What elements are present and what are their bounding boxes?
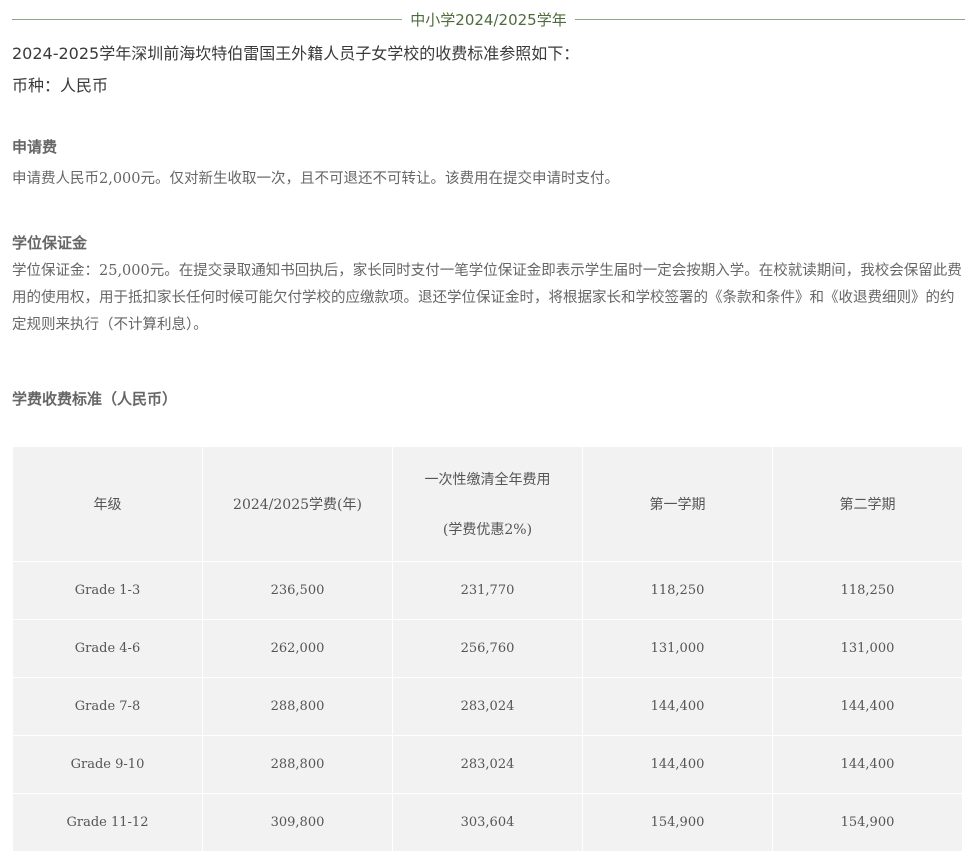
tuition-title: 学费收费标准（人民币） bbox=[12, 390, 178, 408]
header-grade: 年级 bbox=[12, 446, 203, 562]
cell-term2: 131,000 bbox=[772, 619, 963, 678]
page: 中小学2024/2025学年 2024-2025学年深圳前海坎特伯雷国王外籍人员… bbox=[0, 0, 977, 865]
header-lump-line2: (学费优惠2%) bbox=[442, 522, 533, 538]
currency-line: 币种：人民币 bbox=[12, 76, 109, 95]
cell-lump-sum: 283,024 bbox=[392, 677, 583, 736]
cell-term2: 144,400 bbox=[772, 735, 963, 794]
cell-lump-sum: 303,604 bbox=[392, 793, 583, 852]
cell-annual: 288,800 bbox=[202, 677, 393, 736]
cell-annual: 309,800 bbox=[202, 793, 393, 852]
application-fee-text: 申请费人民币2,000元。仅对新生收取一次，且不可退还不可转让。该费用在提交申请… bbox=[12, 171, 620, 187]
application-fee-title: 申请费 bbox=[12, 138, 58, 156]
header-lump-sum: 一次性缴清全年费用 (学费优惠2%) bbox=[392, 446, 583, 562]
cell-term1: 131,000 bbox=[582, 619, 773, 678]
header-annual: 2024/2025学费(年) bbox=[202, 446, 393, 562]
cell-annual: 236,500 bbox=[202, 561, 393, 620]
cell-term1: 144,400 bbox=[582, 677, 773, 736]
cell-grade: Grade 11-12 bbox=[12, 793, 203, 852]
header-title: 中小学2024/2025学年 bbox=[410, 10, 567, 29]
table-row: Grade 4-6 262,000 256,760 131,000 131,00… bbox=[12, 619, 963, 678]
header-rule-right bbox=[574, 18, 965, 20]
cell-term1: 118,250 bbox=[582, 561, 773, 620]
header-rule-left bbox=[12, 18, 403, 20]
table-row: Grade 9-10 288,800 283,024 144,400 144,4… bbox=[12, 735, 963, 794]
header-term1: 第一学期 bbox=[582, 446, 773, 562]
cell-annual: 288,800 bbox=[202, 735, 393, 794]
deposit-title: 学位保证金 bbox=[12, 234, 88, 252]
cell-term2: 154,900 bbox=[772, 793, 963, 852]
tuition-table: 年级 2024/2025学费(年) 一次性缴清全年费用 (学费优惠2%) 第一学… bbox=[12, 446, 963, 852]
cell-annual: 262,000 bbox=[202, 619, 393, 678]
cell-term1: 154,900 bbox=[582, 793, 773, 852]
cell-lump-sum: 256,760 bbox=[392, 619, 583, 678]
table-row: Grade 1-3 236,500 231,770 118,250 118,25… bbox=[12, 561, 963, 620]
cell-grade: Grade 4-6 bbox=[12, 619, 203, 678]
cell-term2: 144,400 bbox=[772, 677, 963, 736]
cell-grade: Grade 9-10 bbox=[12, 735, 203, 794]
header-lump-line1: 一次性缴清全年费用 bbox=[424, 472, 551, 488]
cell-lump-sum: 283,024 bbox=[392, 735, 583, 794]
cell-grade: Grade 1-3 bbox=[12, 561, 203, 620]
intro-line: 2024-2025学年深圳前海坎特伯雷国王外籍人员子女学校的收费标准参照如下： bbox=[12, 44, 580, 63]
cell-grade: Grade 7-8 bbox=[12, 677, 203, 736]
header-term2: 第二学期 bbox=[772, 446, 963, 562]
deposit-text: 学位保证金：25,000元。在提交录取通知书回执后，家长同时支付一笔学位保证金即… bbox=[12, 263, 962, 333]
section-header: 中小学2024/2025学年 bbox=[12, 8, 965, 30]
cell-lump-sum: 231,770 bbox=[392, 561, 583, 620]
cell-term2: 118,250 bbox=[772, 561, 963, 620]
table-header-row: 年级 2024/2025学费(年) 一次性缴清全年费用 (学费优惠2%) 第一学… bbox=[12, 446, 963, 562]
table-row: Grade 11-12 309,800 303,604 154,900 154,… bbox=[12, 793, 963, 852]
table-row: Grade 7-8 288,800 283,024 144,400 144,40… bbox=[12, 677, 963, 736]
cell-term1: 144,400 bbox=[582, 735, 773, 794]
